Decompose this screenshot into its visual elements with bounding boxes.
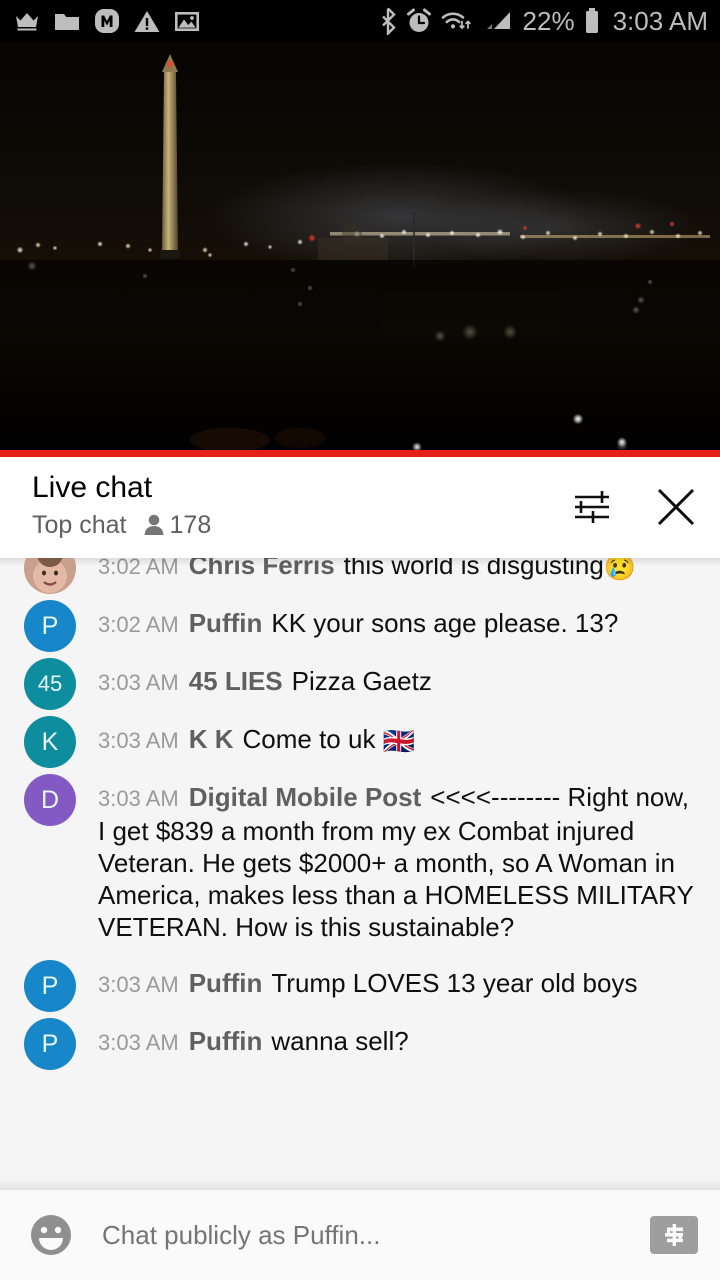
chat-message-line: 3:02 AM Chris Ferris this world is disgust… xyxy=(98,558,636,594)
message-author[interactable]: Chris Ferris xyxy=(189,558,335,580)
emoji-smile-icon[interactable] xyxy=(28,1212,74,1258)
chat-message-line: 3:02 AM Puffin KK your sons age please. 13… xyxy=(98,596,618,652)
message-timestamp: 3:03 AM xyxy=(98,728,179,753)
message-timestamp: 3:03 AM xyxy=(98,670,179,695)
dollar-bill-icon xyxy=(665,1224,683,1246)
chat-message-body: 3:03 AM Puffin Trump LOVES 13 year old boy… xyxy=(98,954,637,1012)
avatar[interactable] xyxy=(24,558,76,594)
message-timestamp: 3:02 AM xyxy=(98,612,179,637)
video-player[interactable] xyxy=(0,42,720,450)
chat-message-puffin-1[interactable]: P 3:02 AM Puffin KK your sons age please. … xyxy=(0,594,720,652)
viewer-count-group: 178 xyxy=(143,511,212,539)
person-icon xyxy=(144,514,163,535)
chat-message-line: 3:03 AM 45 LIES Pizza Gaetz xyxy=(98,654,432,710)
m-badge-icon xyxy=(95,9,119,33)
chat-message-body: 3:03 AM Digital Mobile Post <<<<-------- R… xyxy=(98,768,696,954)
chat-message-puffin-3[interactable]: P 3:03 AM Puffin wanna sell? xyxy=(0,1012,720,1070)
message-timestamp: 3:02 AM xyxy=(98,558,179,579)
crown-icon xyxy=(16,13,38,31)
message-timestamp: 3:03 AM xyxy=(98,972,179,997)
close-icon[interactable] xyxy=(654,485,698,529)
live-chat-header-titles: Live chat Top chat 178 xyxy=(32,471,211,539)
live-chat-subheader: Top chat 178 xyxy=(32,511,211,539)
battery-icon xyxy=(585,8,598,33)
chat-message-45-lies[interactable]: 45 3:03 AM 45 LIES Pizza Gaetz xyxy=(0,652,720,710)
avatar-initial: D xyxy=(40,785,60,814)
chat-input[interactable] xyxy=(100,1218,638,1252)
message-text: KK your sons age please. 13? xyxy=(271,608,619,638)
image-icon xyxy=(175,11,199,31)
avatar-initial: K xyxy=(41,727,59,756)
signal-icon xyxy=(486,12,510,29)
warning-icon xyxy=(134,10,160,32)
avatar-initial: P xyxy=(41,611,59,640)
message-author[interactable]: 45 LIES xyxy=(189,666,283,696)
chat-message-kk[interactable]: K 3:03 AM K K Come to uk 🇬🇧 xyxy=(0,710,720,768)
alarm-icon xyxy=(406,8,431,32)
chat-message-body: 3:03 AM 45 LIES Pizza Gaetz xyxy=(98,652,432,710)
chat-message-digital-mobile-post[interactable]: D 3:03 AM Digital Mobile Post <<<<--------… xyxy=(0,768,720,954)
chat-message-line: 3:03 AM Puffin Trump LOVES 13 year old boy… xyxy=(98,956,637,1012)
message-emoji: 😢 xyxy=(603,558,637,582)
chat-message-body: 3:02 AM Chris Ferris this world is disgust… xyxy=(98,558,636,594)
avatar-photo xyxy=(24,558,76,594)
live-chat-title: Live chat xyxy=(32,471,153,504)
avatar-initial: 45 xyxy=(37,671,63,696)
chat-message-line: 3:03 AM K K Come to uk 🇬🇧 xyxy=(98,712,415,768)
status-bar-left-icons xyxy=(14,8,200,34)
message-timestamp: 3:03 AM xyxy=(98,786,179,811)
status-bar-clock: 3:03 AM xyxy=(612,5,708,36)
viewer-count-label: 178 xyxy=(169,511,212,539)
message-text: Come to uk xyxy=(242,724,383,754)
live-chat-message-list[interactable]: 3:02 AM Chris Ferris this world is disgust… xyxy=(0,558,720,1189)
message-author[interactable]: Puffin xyxy=(189,608,263,638)
message-text: this world is disgusting xyxy=(343,558,604,580)
message-emoji-uk-flag: 🇬🇧 xyxy=(382,726,416,756)
avatar[interactable]: P xyxy=(24,960,76,1012)
battery-percent-label: 22% xyxy=(522,5,575,36)
chat-message-body: 3:03 AM Puffin wanna sell? xyxy=(98,1012,409,1070)
folder-icon xyxy=(55,14,79,30)
message-timestamp: 3:03 AM xyxy=(98,1030,179,1055)
avatar[interactable]: 45 xyxy=(24,658,76,710)
chat-message-chris-ferris[interactable]: 3:02 AM Chris Ferris this world is disgust… xyxy=(0,558,720,594)
message-author[interactable]: Puffin xyxy=(189,968,263,998)
video-frame-washington-monument xyxy=(0,42,720,450)
chat-message-line: 3:03 AM Digital Mobile Post <<<<-------- R… xyxy=(98,770,696,954)
chat-message-body: 3:03 AM K K Come to uk 🇬🇧 xyxy=(98,710,415,768)
chat-message-puffin-2[interactable]: P 3:03 AM Puffin Trump LOVES 13 year old b… xyxy=(0,954,720,1012)
live-chat-header: Live chat Top chat 178 xyxy=(0,457,720,558)
video-progress-bar[interactable] xyxy=(0,450,720,457)
video-progress-fill xyxy=(0,450,720,457)
chat-message-body: 3:02 AM Puffin KK your sons age please. 13… xyxy=(98,594,618,652)
message-text: wanna sell? xyxy=(271,1026,409,1056)
avatar[interactable]: P xyxy=(24,1018,76,1070)
chat-mode-label[interactable]: Top chat xyxy=(32,511,127,539)
list-bottom-shadow xyxy=(0,1179,720,1189)
avatar[interactable]: K xyxy=(24,716,76,768)
status-bar: 22% 3:03 AM xyxy=(0,0,720,42)
chat-message-line: 3:03 AM Puffin wanna sell? xyxy=(98,1014,409,1070)
live-chat-header-actions xyxy=(570,471,698,529)
youtube-live-chat-screen: 22% 3:03 AM Live chat Top chat 178 3:02 … xyxy=(0,0,720,1280)
bluetooth-icon xyxy=(381,7,396,35)
message-text: Pizza Gaetz xyxy=(291,666,432,696)
message-author[interactable]: Digital Mobile Post xyxy=(189,782,422,812)
tune-icon[interactable] xyxy=(570,485,614,529)
avatar-initial: P xyxy=(41,971,59,1000)
super-chat-button[interactable] xyxy=(650,1216,698,1254)
chat-composer xyxy=(0,1189,720,1280)
wifi-icon xyxy=(441,12,471,29)
message-author[interactable]: Puffin xyxy=(189,1026,263,1056)
avatar-initial: P xyxy=(41,1029,59,1058)
status-bar-right-cluster: 22% 3:03 AM xyxy=(379,6,708,37)
avatar[interactable]: P xyxy=(24,600,76,652)
message-text: Trump LOVES 13 year old boys xyxy=(271,968,638,998)
message-author[interactable]: K K xyxy=(189,724,234,754)
avatar[interactable]: D xyxy=(24,774,76,826)
